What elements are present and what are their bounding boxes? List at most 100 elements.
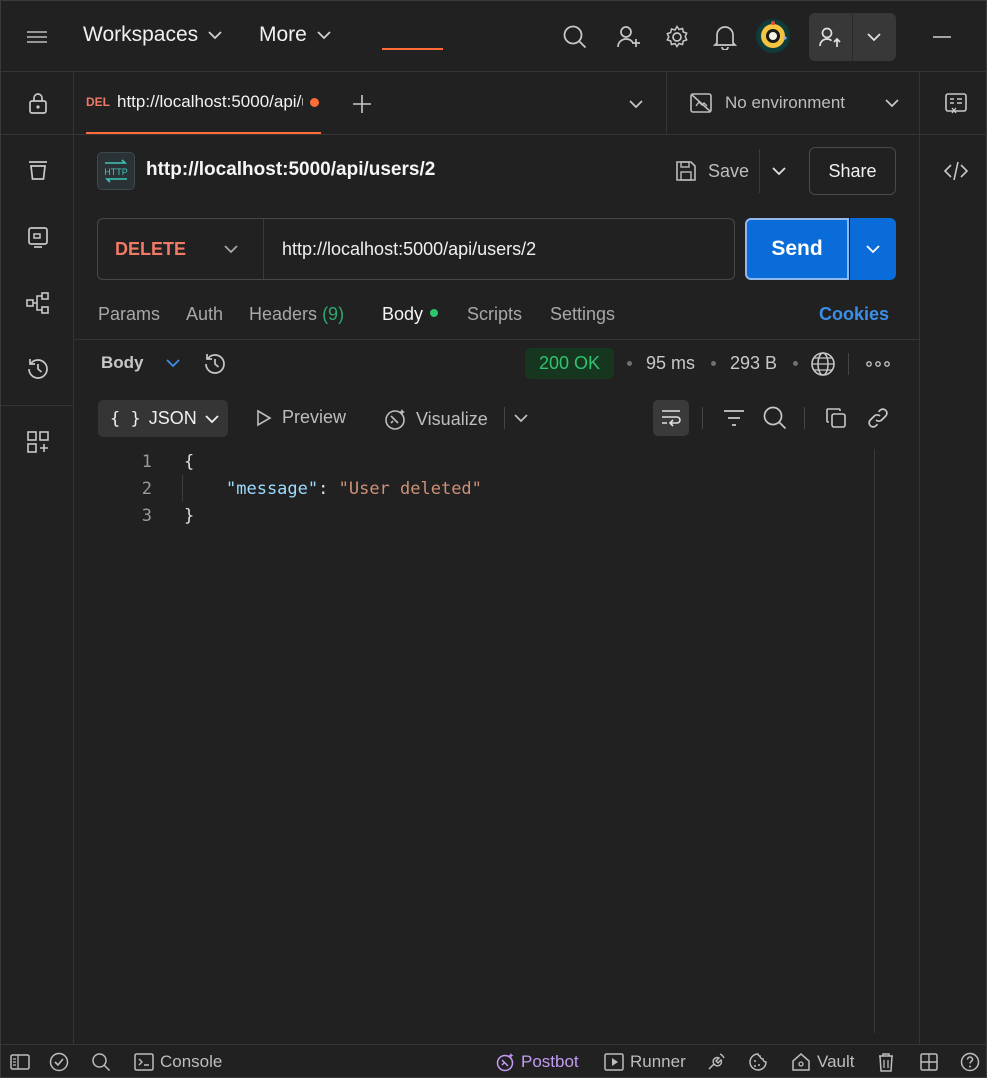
separator-dot xyxy=(711,361,716,366)
tab-scripts[interactable]: Scripts xyxy=(467,304,522,325)
request-tabs: Params Auth Headers (9) Body Scripts Set… xyxy=(74,291,919,340)
url-input[interactable] xyxy=(264,238,724,260)
history-icon[interactable] xyxy=(24,355,52,383)
tabs-overflow-chevron-icon[interactable] xyxy=(626,97,646,111)
search-response-icon[interactable] xyxy=(762,405,788,431)
environment-label: No environment xyxy=(725,93,846,112)
toggle-sidebar-icon[interactable] xyxy=(10,1045,30,1078)
environment-quick-look-icon[interactable] xyxy=(944,92,968,116)
code-scrollbar-track[interactable] xyxy=(874,449,875,1033)
more-menu[interactable]: More xyxy=(259,23,331,47)
preview-button[interactable]: Preview xyxy=(255,407,346,428)
runner-button[interactable]: Runner xyxy=(604,1045,686,1078)
console-terminal-icon xyxy=(134,1053,154,1071)
line-number: 3 xyxy=(141,506,152,526)
workspaces-menu[interactable]: Workspaces xyxy=(83,23,222,47)
layout-panes-icon[interactable] xyxy=(919,1045,939,1078)
response-section-selector[interactable]: Body xyxy=(101,353,180,373)
method-label: DELETE xyxy=(115,238,187,259)
hamburger-menu-icon[interactable] xyxy=(25,25,49,49)
more-label: More xyxy=(259,23,307,46)
share-button[interactable]: Share xyxy=(809,147,896,195)
response-time[interactable]: 95 ms xyxy=(646,353,695,374)
vault-label: Vault xyxy=(817,1052,855,1071)
runner-label: Runner xyxy=(630,1052,686,1071)
help-icon[interactable] xyxy=(960,1045,980,1078)
user-upload-icon[interactable] xyxy=(809,13,853,61)
postbot-button[interactable]: Postbot xyxy=(495,1045,579,1078)
divider xyxy=(504,407,505,429)
save-button[interactable]: Save xyxy=(674,157,749,185)
request-title[interactable]: http://localhost:5000/api/users/2 xyxy=(146,159,435,181)
chevron-down-icon[interactable] xyxy=(853,13,897,61)
format-selector[interactable]: { } JSON xyxy=(98,400,228,437)
unsaved-indicator xyxy=(310,97,319,107)
tab-headers-label: Headers xyxy=(249,304,318,324)
lock-icon[interactable] xyxy=(24,89,52,117)
code-snippet-icon[interactable] xyxy=(943,159,969,183)
response-history-icon[interactable] xyxy=(202,351,228,377)
tab-params[interactable]: Params xyxy=(98,304,160,325)
code-line: { xyxy=(184,452,195,472)
capture-requests-icon[interactable] xyxy=(706,1045,726,1078)
add-workbench-icon[interactable] xyxy=(24,428,52,456)
link-icon[interactable] xyxy=(865,405,891,431)
environment-selector[interactable]: No environment xyxy=(666,72,920,134)
format-label: JSON xyxy=(148,408,197,428)
tab-body-label: Body xyxy=(382,304,424,324)
runner-play-icon xyxy=(604,1053,624,1071)
title-bar: Workspaces More xyxy=(1,1,986,72)
notifications-bell-icon[interactable] xyxy=(711,23,739,51)
collections-icon[interactable] xyxy=(24,156,52,184)
json-key: "message" xyxy=(226,479,319,499)
line-number: 2 xyxy=(141,479,152,499)
flows-icon[interactable] xyxy=(24,289,52,317)
trash-icon[interactable] xyxy=(877,1045,895,1078)
online-status-check-icon[interactable] xyxy=(49,1045,69,1078)
postman-window: Workspaces More DEL http://localhost:500… xyxy=(0,0,987,1078)
send-options-button[interactable] xyxy=(850,218,896,280)
request-tab[interactable]: DEL http://localhost:5000/api/users/2 xyxy=(86,72,321,134)
code-line: "message": "User deleted" xyxy=(226,479,482,499)
tab-body[interactable]: Body xyxy=(382,304,439,325)
search-icon[interactable] xyxy=(561,23,589,51)
new-tab-plus-icon[interactable] xyxy=(351,93,373,115)
response-size[interactable]: 293 B xyxy=(730,353,777,374)
cookies-link[interactable]: Cookies xyxy=(819,304,889,325)
method-selector[interactable]: DELETE xyxy=(98,219,264,279)
minimize-window-icon[interactable] xyxy=(931,27,953,47)
response-body-label: Body xyxy=(101,353,144,372)
console-button[interactable]: Console xyxy=(134,1045,222,1078)
headers-count: (9) xyxy=(322,304,345,324)
separator-dot xyxy=(627,361,632,366)
visualize-options-chevron-icon[interactable] xyxy=(513,411,529,425)
json-colon: : xyxy=(318,479,339,499)
visualize-button[interactable]: Visualize xyxy=(383,407,488,431)
tab-title: http://localhost:5000/api/users/2 xyxy=(117,92,303,111)
more-options-icon[interactable] xyxy=(865,356,891,372)
user-avatar[interactable] xyxy=(755,18,791,54)
vault-button[interactable]: Vault xyxy=(791,1045,855,1078)
send-button[interactable]: Send xyxy=(745,218,849,280)
sidebar-divider xyxy=(1,134,73,135)
save-options-chevron-icon[interactable] xyxy=(770,164,788,178)
filter-icon[interactable] xyxy=(721,405,747,431)
network-globe-icon[interactable] xyxy=(810,351,836,377)
right-sidebar xyxy=(919,135,986,1044)
save-label: Save xyxy=(708,160,750,181)
code-line: } xyxy=(184,506,195,526)
postbot-label: Postbot xyxy=(521,1052,579,1071)
vault-house-icon xyxy=(792,1053,810,1071)
tab-headers[interactable]: Headers (9) xyxy=(249,304,344,325)
find-replace-search-icon[interactable] xyxy=(91,1045,111,1078)
copy-icon[interactable] xyxy=(823,405,849,431)
environments-icon[interactable] xyxy=(24,223,52,251)
tab-auth[interactable]: Auth xyxy=(186,304,223,325)
wrap-lines-button[interactable] xyxy=(653,400,689,436)
invite-user-icon[interactable] xyxy=(615,23,643,51)
tab-settings[interactable]: Settings xyxy=(550,304,615,325)
settings-gear-icon[interactable] xyxy=(663,23,691,51)
status-badge[interactable]: 200 OK xyxy=(525,348,614,379)
cookies-icon[interactable] xyxy=(748,1045,768,1078)
line-number: 1 xyxy=(141,452,152,472)
